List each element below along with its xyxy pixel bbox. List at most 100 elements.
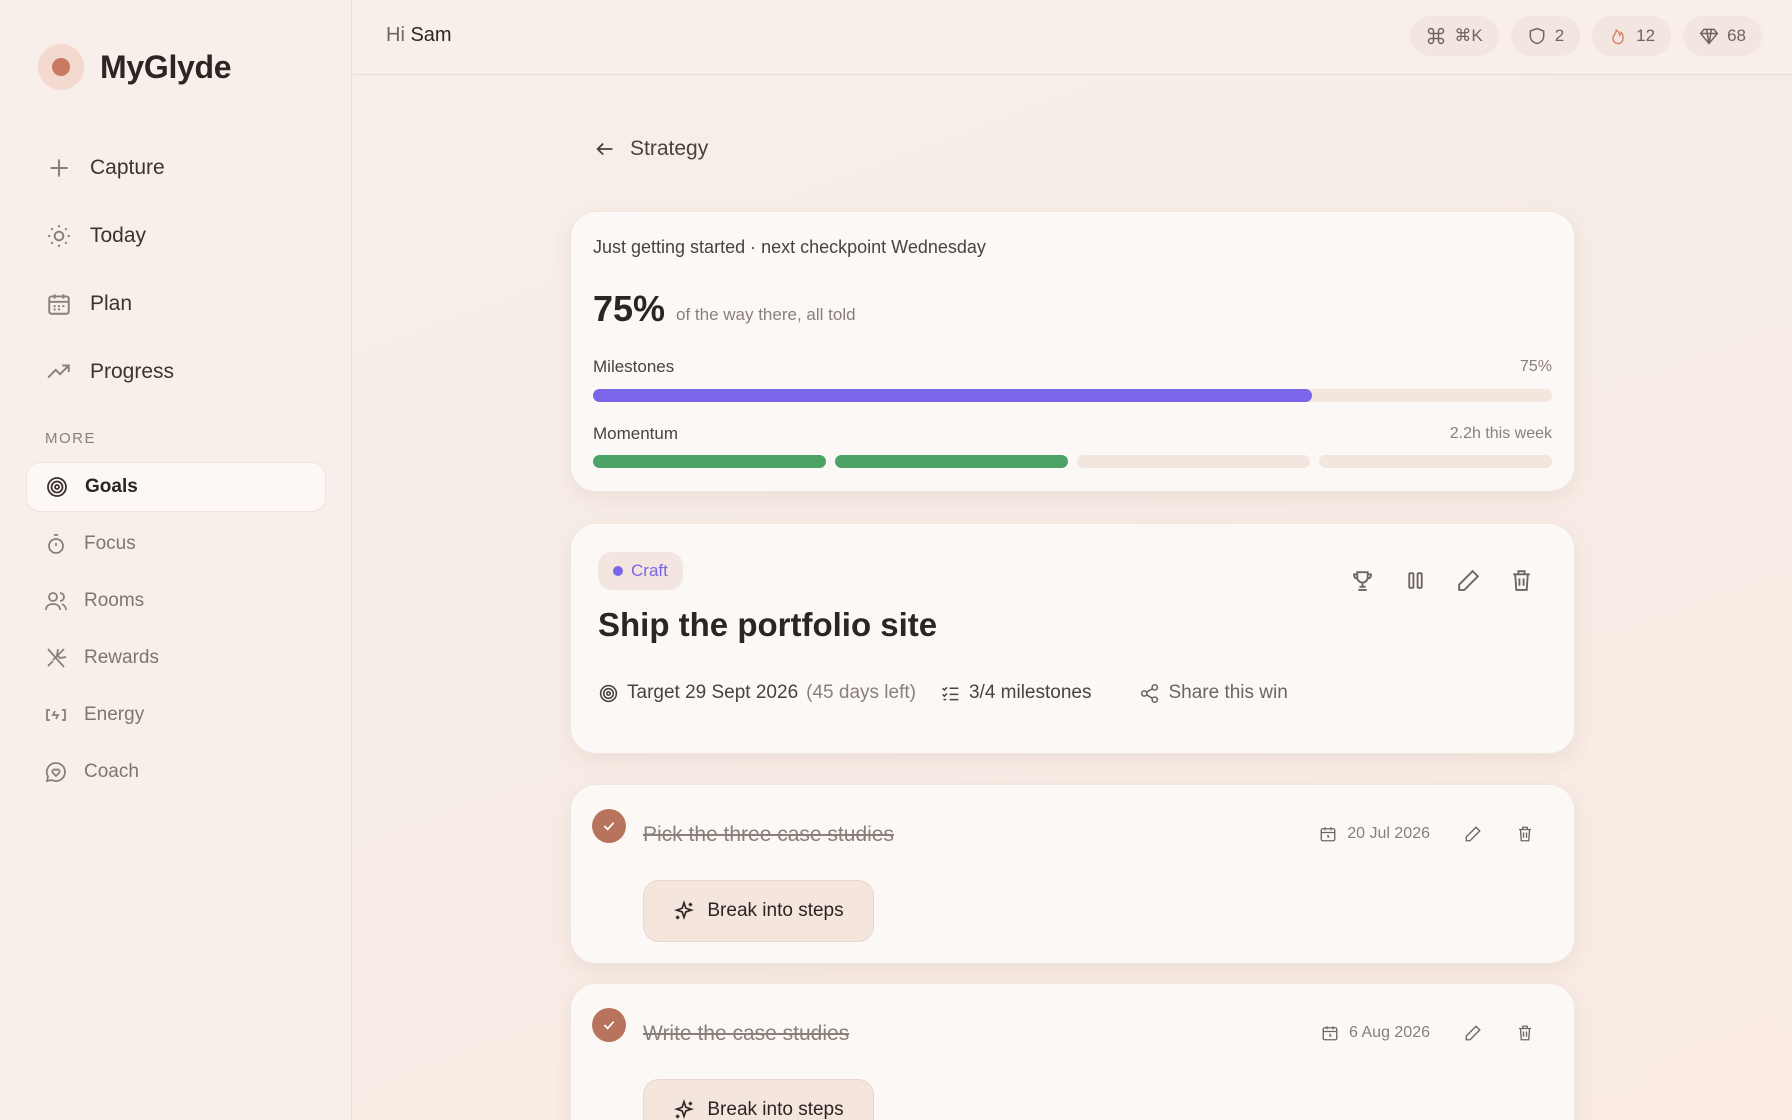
milestone-count-text: 3/4 milestones xyxy=(968,682,1092,703)
battery-icon xyxy=(46,709,66,721)
sparkles-icon xyxy=(674,900,695,921)
gems-pill[interactable]: 68 xyxy=(1683,16,1762,56)
progress-status: Just getting started · next checkpoint W… xyxy=(593,237,986,257)
break-into-steps-button[interactable]: Break into steps xyxy=(643,1079,874,1120)
milestone-count: 3/4 milestones xyxy=(940,682,1092,704)
nav-item-energy[interactable]: Energy xyxy=(26,690,326,740)
pause-icon[interactable] xyxy=(1403,568,1428,593)
milestones-value: 75% xyxy=(1519,358,1552,375)
nav-item-coach[interactable]: Coach xyxy=(26,747,326,797)
progress-card: Just getting started · next checkpoint W… xyxy=(570,211,1575,492)
nav-item-plan[interactable]: Plan xyxy=(26,270,326,338)
calendar-clock-icon xyxy=(1322,1026,1338,1041)
target-date-text: Target 29 Sept 2026 xyxy=(627,682,799,703)
flame-icon xyxy=(1612,28,1624,45)
shields-pill[interactable]: 2 xyxy=(1510,16,1581,56)
pencil-icon[interactable] xyxy=(1456,568,1481,593)
logo-icon xyxy=(38,44,84,90)
check-icon xyxy=(603,822,615,831)
status-pills: ⌘K 2 12 68 xyxy=(1410,16,1762,56)
progress-percent: 75% xyxy=(593,288,666,329)
milestone-done-checkbox[interactable] xyxy=(592,1008,626,1042)
greeting: Hi Sam xyxy=(386,24,452,47)
goal-title: Ship the portfolio site xyxy=(598,606,938,643)
trending-up-icon xyxy=(47,364,70,379)
trash-icon[interactable] xyxy=(1509,568,1534,593)
nav-item-label: Capture xyxy=(90,156,165,179)
milestone-done-checkbox[interactable] xyxy=(592,809,626,843)
nav-item-label: Focus xyxy=(84,533,136,554)
top-bar: Hi Sam ⌘K 2 12 68 xyxy=(353,0,1792,75)
pencil-icon[interactable] xyxy=(1464,1024,1482,1042)
calendar-clock-icon xyxy=(1320,827,1336,842)
nav-item-progress[interactable]: Progress xyxy=(26,338,326,406)
nav-item-rewards[interactable]: Rewards xyxy=(26,633,326,683)
more-section-label: MORE xyxy=(45,430,96,447)
milestone-controls: 6 Aug 2026 xyxy=(1321,1024,1534,1042)
trash-icon[interactable] xyxy=(1516,825,1534,843)
sun-icon xyxy=(48,225,70,247)
back-link[interactable]: Strategy xyxy=(594,137,708,161)
progress-percent-caption: of the way there, all told xyxy=(676,305,856,324)
nav-item-rooms[interactable]: Rooms xyxy=(26,576,326,626)
milestone-card: Pick the three case studies 20 Jul 2026 … xyxy=(570,784,1575,964)
goal-meta: Target 29 Sept 2026 (45 days left) 3/4 m… xyxy=(598,682,1288,704)
pencil-icon[interactable] xyxy=(1464,825,1482,843)
milestone-title: Pick the three case studies xyxy=(643,823,894,846)
checklist-icon xyxy=(942,686,959,700)
break-into-steps-button[interactable]: Break into steps xyxy=(643,880,874,942)
nav-item-label: Goals xyxy=(85,476,138,497)
nav-item-label: Today xyxy=(90,224,147,247)
milestone-controls: 20 Jul 2026 xyxy=(1319,825,1534,843)
momentum-segment xyxy=(593,455,826,468)
nav-item-label: Coach xyxy=(84,761,139,782)
target-date: Target 29 Sept 2026 (45 days left) xyxy=(598,682,916,704)
milestones-progress-bar xyxy=(593,389,1552,402)
brand[interactable]: MyGlyde xyxy=(38,44,232,90)
gems-count: 68 xyxy=(1727,26,1746,45)
goal-actions xyxy=(1350,568,1534,593)
category-tag[interactable]: Craft xyxy=(598,552,683,590)
days-left: (45 days left) xyxy=(806,682,916,703)
gem-icon xyxy=(1699,28,1719,45)
break-into-steps-label: Break into steps xyxy=(707,900,844,921)
shield-icon xyxy=(1529,27,1545,45)
target-icon xyxy=(47,477,67,497)
nav-item-label: Progress xyxy=(90,360,175,383)
milestone-title: Write the case studies xyxy=(643,1022,850,1045)
milestone-date[interactable]: 6 Aug 2026 xyxy=(1349,1024,1430,1042)
main-nav: Capture Today Plan Progress xyxy=(26,134,326,406)
share-button[interactable]: Share this win xyxy=(1139,682,1288,704)
timer-icon xyxy=(48,534,64,554)
nav-item-capture[interactable]: Capture xyxy=(26,134,326,202)
momentum-value: 2.2h this week xyxy=(1449,425,1552,442)
sidebar: MyGlyde Capture Today Plan Progress MORE… xyxy=(0,0,352,1120)
nav-item-label: Energy xyxy=(84,704,145,725)
utensils-icon xyxy=(47,648,67,668)
nav-item-today[interactable]: Today xyxy=(26,202,326,270)
milestones-label: Milestones xyxy=(593,357,675,376)
share-label: Share this win xyxy=(1168,682,1288,703)
check-icon xyxy=(603,1021,615,1030)
trophy-icon[interactable] xyxy=(1350,568,1375,593)
greeting-prefix: Hi xyxy=(386,24,405,46)
command-palette-button[interactable]: ⌘K xyxy=(1410,16,1499,56)
nav-item-label: Plan xyxy=(90,292,133,315)
app-name: MyGlyde xyxy=(100,48,232,85)
break-into-steps-label: Break into steps xyxy=(707,1099,844,1120)
momentum-segment xyxy=(1319,455,1552,468)
shields-count: 2 xyxy=(1554,26,1565,45)
nav-item-focus[interactable]: Focus xyxy=(26,519,326,569)
milestones-progress-fill xyxy=(593,389,1313,402)
nav-item-goals[interactable]: Goals xyxy=(26,462,326,512)
milestone-card: Write the case studies 6 Aug 2026 Break … xyxy=(570,983,1575,1120)
streak-pill[interactable]: 12 xyxy=(1592,16,1672,56)
users-icon xyxy=(45,592,67,611)
target-icon xyxy=(599,684,618,702)
arrow-left-icon xyxy=(596,142,613,156)
trash-icon[interactable] xyxy=(1516,1024,1534,1042)
back-label: Strategy xyxy=(630,137,709,160)
goal-card: Craft Ship the portfolio site Target 29 … xyxy=(570,523,1575,754)
sparkles-icon xyxy=(674,1099,695,1120)
milestone-date[interactable]: 20 Jul 2026 xyxy=(1347,825,1430,843)
